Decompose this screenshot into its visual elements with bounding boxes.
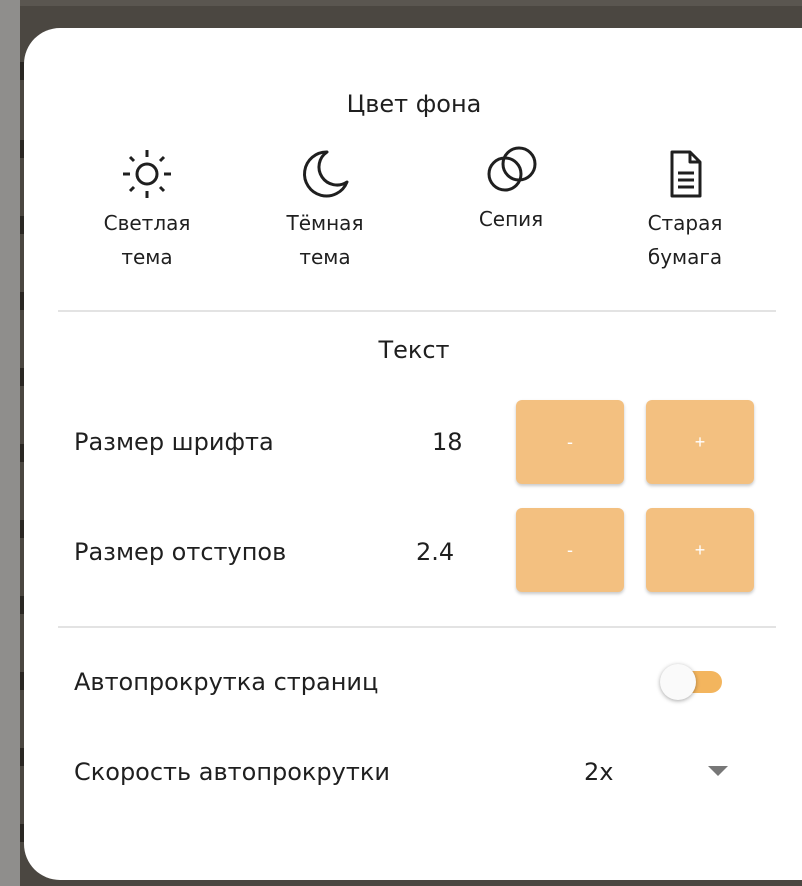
toggle-thumb xyxy=(660,664,696,700)
spacing-value: 2.4 xyxy=(416,538,455,566)
spacing-increase-button[interactable]: + xyxy=(646,508,754,592)
theme-option-dark[interactable]: Тёмная тема xyxy=(250,146,400,274)
autoscroll-toggle[interactable] xyxy=(660,660,724,704)
reader-settings-panel: Цвет фона Светлая тема Тёмная тема Сепия xyxy=(24,28,802,880)
backdrop-top-edge xyxy=(0,0,802,6)
theme-label-light: Светлая тема xyxy=(103,211,191,269)
overlapping-circles-icon xyxy=(487,146,537,192)
background-section-title: Цвет фона xyxy=(346,90,482,118)
chevron-down-icon[interactable] xyxy=(708,766,728,776)
autoscroll-label: Автопрокрутка страниц xyxy=(74,668,379,696)
divider xyxy=(58,626,776,628)
theme-option-sepia[interactable]: Сепия xyxy=(436,142,586,236)
font-size-increase-button[interactable]: + xyxy=(646,400,754,484)
font-size-decrease-button[interactable]: - xyxy=(516,400,624,484)
theme-label-sepia: Сепия xyxy=(478,207,544,231)
sun-icon xyxy=(123,150,171,198)
autoscroll-speed-select[interactable]: 2x xyxy=(584,758,613,786)
theme-label-old-paper: Старая бумага xyxy=(647,211,723,269)
theme-label-dark: Тёмная тема xyxy=(286,211,364,269)
spacing-label: Размер отступов xyxy=(74,538,287,566)
theme-option-old-paper[interactable]: Старая бумага xyxy=(610,146,760,274)
spacing-decrease-button[interactable]: - xyxy=(516,508,624,592)
autoscroll-speed-label: Скорость автопрокрутки xyxy=(74,758,390,786)
backdrop-left-strip xyxy=(0,0,20,886)
text-section-title: Текст xyxy=(378,336,450,364)
font-size-value: 18 xyxy=(432,428,463,456)
document-icon xyxy=(670,150,702,198)
moon-icon xyxy=(303,150,349,198)
font-size-label: Размер шрифта xyxy=(74,428,274,456)
divider xyxy=(58,310,776,312)
theme-option-light[interactable]: Светлая тема xyxy=(72,146,222,274)
